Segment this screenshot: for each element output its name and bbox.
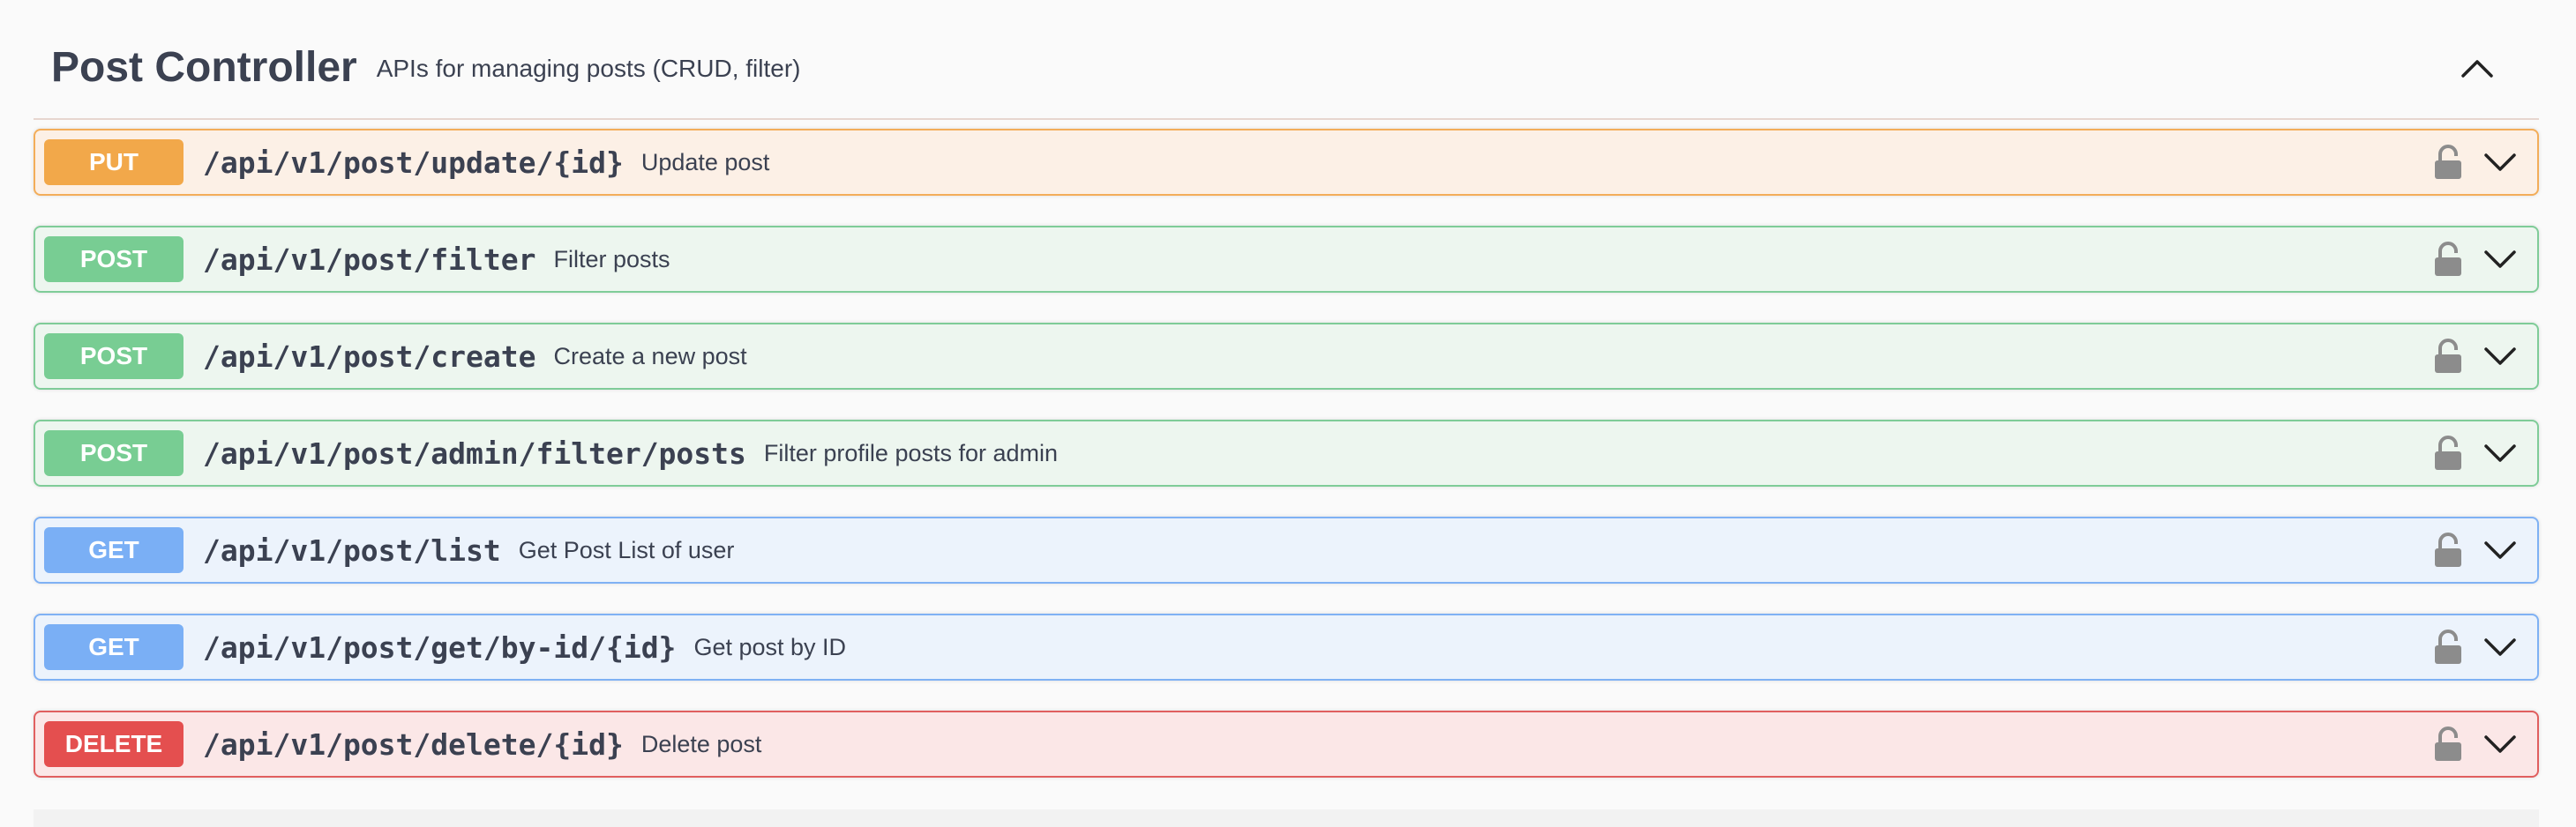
operation-summary: Filter profile posts for admin [763,439,1059,466]
operation-post-admin-filter-posts[interactable]: POST /api/v1/post/admin/filter/posts Fil… [34,420,2539,487]
method-badge: PUT [44,139,183,185]
method-badge: POST [44,333,183,379]
lock-icon[interactable] [2433,630,2463,665]
operation-path: /api/v1/post/delete/{id} [203,726,624,762]
method-badge: DELETE [44,721,183,767]
lock-icon[interactable] [2433,145,2463,180]
operation-actions [2433,227,2518,291]
operation-post-filter-posts[interactable]: POST /api/v1/post/filter Filter posts [34,226,2539,293]
operation-path: /api/v1/post/get/by-id/{id} [203,630,677,665]
lock-icon[interactable] [2433,726,2463,762]
operation-get-post-by-id[interactable]: GET /api/v1/post/get/by-id/{id} Get post… [34,614,2539,681]
operation-actions [2433,615,2518,679]
tag-header[interactable]: Post Controller APIs for managing posts … [34,16,2539,120]
operation-post-create-post[interactable]: POST /api/v1/post/create Create a new po… [34,323,2539,390]
chevron-down-icon[interactable] [2482,436,2518,471]
operation-delete-post[interactable]: DELETE /api/v1/post/delete/{id} Delete p… [34,711,2539,778]
chevron-up-icon[interactable] [2458,49,2497,88]
operation-summary: Filter posts [553,245,670,272]
operation-put-update-post[interactable]: PUT /api/v1/post/update/{id} Update post [34,129,2539,196]
operation-summary: Delete post [640,730,762,757]
chevron-down-icon[interactable] [2482,726,2518,762]
lock-icon[interactable] [2433,339,2463,374]
method-badge: POST [44,236,183,282]
method-badge: GET [44,624,183,670]
lock-icon[interactable] [2433,242,2463,277]
chevron-down-icon[interactable] [2482,145,2518,180]
operation-summary: Update post [640,148,770,175]
lock-icon[interactable] [2433,436,2463,471]
operation-path: /api/v1/post/admin/filter/posts [203,436,746,471]
chevron-down-icon[interactable] [2482,242,2518,277]
operation-path: /api/v1/post/filter [203,242,536,277]
lock-icon[interactable] [2433,533,2463,568]
operation-actions [2433,421,2518,485]
operation-path: /api/v1/post/update/{id} [203,145,624,180]
operation-summary: Get Post List of user [518,536,735,563]
method-badge: POST [44,430,183,476]
operation-actions [2433,130,2518,194]
tag-description: APIs for managing posts (CRUD, filter) [376,55,801,82]
next-section-edge [34,809,2539,827]
operation-summary: Get post by ID [693,633,847,660]
operation-summary: Create a new post [553,342,747,369]
chevron-down-icon[interactable] [2482,339,2518,374]
tag-title: Post Controller [51,43,357,91]
method-badge: GET [44,527,183,573]
post-controller-section: Post Controller APIs for managing posts … [0,0,2576,827]
operation-actions [2433,518,2518,582]
operation-path: /api/v1/post/list [203,533,501,568]
chevron-down-icon[interactable] [2482,630,2518,665]
operation-actions [2433,324,2518,388]
operation-path: /api/v1/post/create [203,339,536,374]
operation-get-post-list[interactable]: GET /api/v1/post/list Get Post List of u… [34,517,2539,584]
chevron-down-icon[interactable] [2482,533,2518,568]
operation-actions [2433,712,2518,776]
